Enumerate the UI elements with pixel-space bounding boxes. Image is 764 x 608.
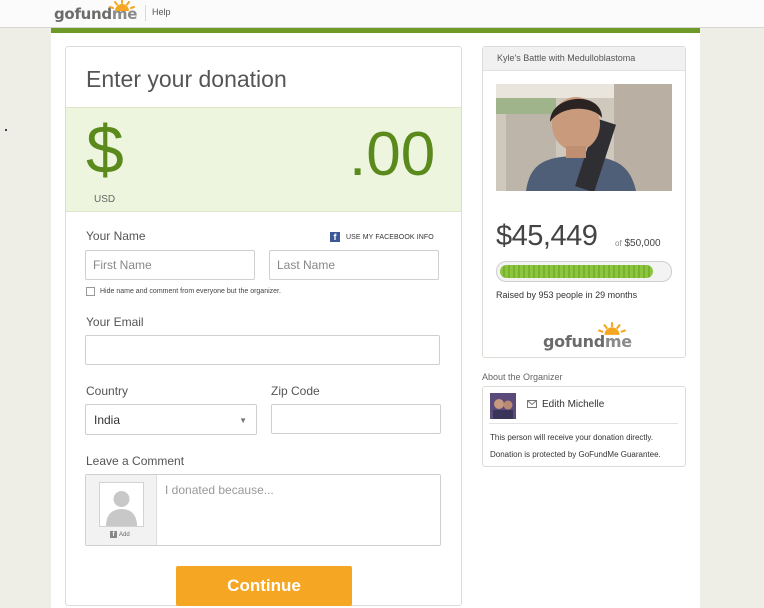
- amount-raised: $45,449: [496, 220, 598, 252]
- comment-placeholder: I donated because...: [165, 483, 274, 497]
- currency-code: USD: [94, 194, 116, 205]
- your-name-label: Your Name: [86, 229, 146, 243]
- organizer-name[interactable]: Edith Michelle: [542, 399, 604, 410]
- amount-cents: .00: [349, 120, 436, 189]
- hide-name-option[interactable]: Hide name and comment from everyone but …: [86, 287, 281, 296]
- chevron-down-icon: ▼: [239, 416, 247, 425]
- zip-code-label: Zip Code: [271, 384, 320, 398]
- sun-card-logo-icon: [598, 322, 626, 335]
- facebook-info-link[interactable]: f USE MY FACEBOOK INFO: [330, 232, 434, 242]
- first-name-field[interactable]: [85, 250, 255, 280]
- logo-fund: fund: [74, 5, 112, 23]
- facebook-icon: f: [330, 232, 340, 242]
- raised-by-text: Raised by 953 people in 29 months: [496, 290, 638, 300]
- logo-go: go: [54, 5, 75, 23]
- facebook-add-label: Add: [119, 531, 130, 538]
- default-avatar-icon: [99, 482, 144, 527]
- country-label: Country: [86, 384, 129, 398]
- last-name-field[interactable]: [269, 250, 439, 280]
- sun-logo-icon: [109, 0, 135, 11]
- facebook-small-icon: f: [110, 531, 117, 538]
- campaign-photo: [496, 84, 672, 191]
- help-link[interactable]: Help: [152, 7, 171, 17]
- organizer-avatar: [490, 393, 516, 419]
- card-logo-go: go: [543, 332, 565, 351]
- organizer-note-direct: This person will receive your donation d…: [490, 433, 654, 442]
- email-label: Your Email: [86, 315, 144, 329]
- facebook-info-label: USE MY FACEBOOK INFO: [346, 233, 434, 241]
- progress-bar: [496, 261, 672, 282]
- organizer-divider: [489, 423, 678, 424]
- campaign-title[interactable]: Kyle's Battle with Medulloblastoma: [497, 53, 635, 63]
- progress-bar-fill: [500, 265, 653, 278]
- goal-prefix: of: [615, 239, 622, 248]
- country-select[interactable]: India ▼: [85, 404, 257, 435]
- top-navigation-bar: gofundme Help: [0, 0, 764, 28]
- organizer-note-guarantee: Donation is protected by GoFundMe Guaran…: [490, 450, 661, 459]
- header-divider: [145, 5, 146, 21]
- country-value: India: [94, 413, 121, 427]
- zip-code-field[interactable]: [271, 404, 441, 434]
- currency-symbol: $: [86, 112, 124, 188]
- email-field[interactable]: [85, 335, 440, 365]
- organizer-section-label: About the Organizer: [482, 372, 563, 382]
- facebook-add-photo-button[interactable]: f Add: [110, 531, 130, 538]
- hide-name-label: Hide name and comment from everyone but …: [100, 288, 281, 295]
- page-dot: [5, 129, 7, 131]
- hide-name-checkbox[interactable]: [86, 287, 95, 296]
- mail-icon[interactable]: [527, 400, 537, 408]
- comment-label: Leave a Comment: [86, 454, 185, 468]
- goal-amount: $50,000: [624, 238, 661, 249]
- page-title: Enter your donation: [86, 66, 287, 92]
- goal-text: of $50,000: [615, 238, 661, 249]
- continue-button[interactable]: Continue: [176, 566, 352, 606]
